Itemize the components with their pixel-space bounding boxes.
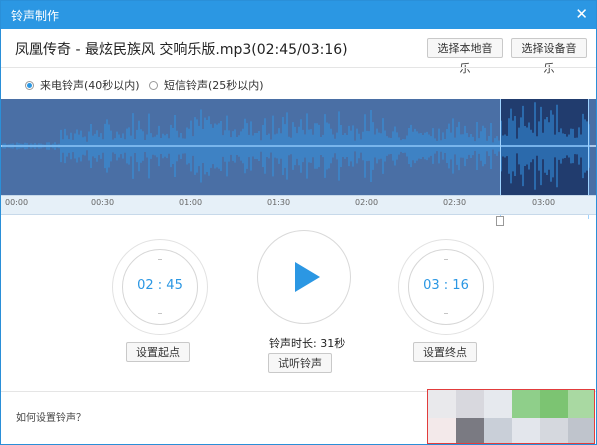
timeline-tick: 02:00 — [355, 198, 379, 207]
pixel-block — [512, 390, 540, 418]
timeline-tick: 03:00 — [532, 198, 556, 207]
preview-ringtone-button[interactable]: 试听铃声 — [268, 353, 332, 373]
radio-call-ringtone[interactable]: 来电铃声(40秒以内) — [25, 77, 140, 93]
radio-label: 短信铃声(25秒以内) — [164, 79, 264, 92]
divider — [1, 67, 596, 68]
choose-device-music-button[interactable]: 选择设备音乐 — [511, 38, 587, 75]
pixel-block — [568, 390, 594, 418]
play-icon[interactable] — [295, 262, 320, 292]
ringtone-maker-window: 铃声制作 ✕ 凤凰传奇 - 最炫民族风 交响乐版.mp3(02:45/03:16… — [0, 0, 597, 445]
title-bar: 铃声制作 ✕ — [1, 1, 596, 29]
pixel-block — [512, 418, 540, 443]
help-link[interactable]: 如何设置铃声？ — [16, 409, 86, 424]
close-icon[interactable]: ✕ — [575, 5, 588, 23]
pixel-block — [568, 418, 594, 443]
start-slider-thumb[interactable] — [496, 216, 504, 226]
radio-unchecked-icon — [149, 80, 158, 90]
radio-sms-ringtone[interactable]: 短信铃声(25秒以内) — [149, 77, 264, 93]
song-title: 凤凰传奇 - 最炫民族风 交响乐版.mp3(02:45/03:16) — [15, 42, 348, 58]
ringtone-duration: 铃声时长: 31秒 — [269, 337, 346, 350]
timeline-tick: 01:00 — [179, 198, 203, 207]
start-time-value: 02 : 45 — [137, 278, 183, 293]
timeline-tick: 02:30 — [443, 198, 467, 207]
set-start-button[interactable]: 设置起点 — [126, 342, 190, 362]
dial-marker — [158, 313, 162, 314]
pixel-block — [540, 390, 568, 418]
pixel-block — [484, 418, 512, 443]
choose-local-music-button[interactable]: 选择本地音乐 — [427, 38, 503, 75]
window-title: 铃声制作 — [11, 9, 60, 23]
pixel-block — [428, 390, 456, 418]
dial-marker — [158, 259, 162, 260]
pixel-block — [456, 418, 484, 443]
pixel-block — [428, 418, 456, 443]
pixel-block — [484, 390, 512, 418]
obscured-region — [427, 389, 595, 444]
waveform — [1, 102, 596, 190]
set-end-button[interactable]: 设置终点 — [413, 342, 477, 362]
radio-checked-icon — [25, 80, 34, 90]
dial-marker — [444, 259, 448, 260]
timeline-tick: 00:00 — [5, 198, 29, 207]
pixel-block — [456, 390, 484, 418]
end-time-value: 03 : 16 — [423, 278, 469, 293]
timeline-tick: 00:30 — [91, 198, 115, 207]
timeline-tick: 01:30 — [267, 198, 291, 207]
pixel-block — [540, 418, 568, 443]
dial-marker — [444, 313, 448, 314]
radio-label: 来电铃声(40秒以内) — [40, 79, 140, 92]
